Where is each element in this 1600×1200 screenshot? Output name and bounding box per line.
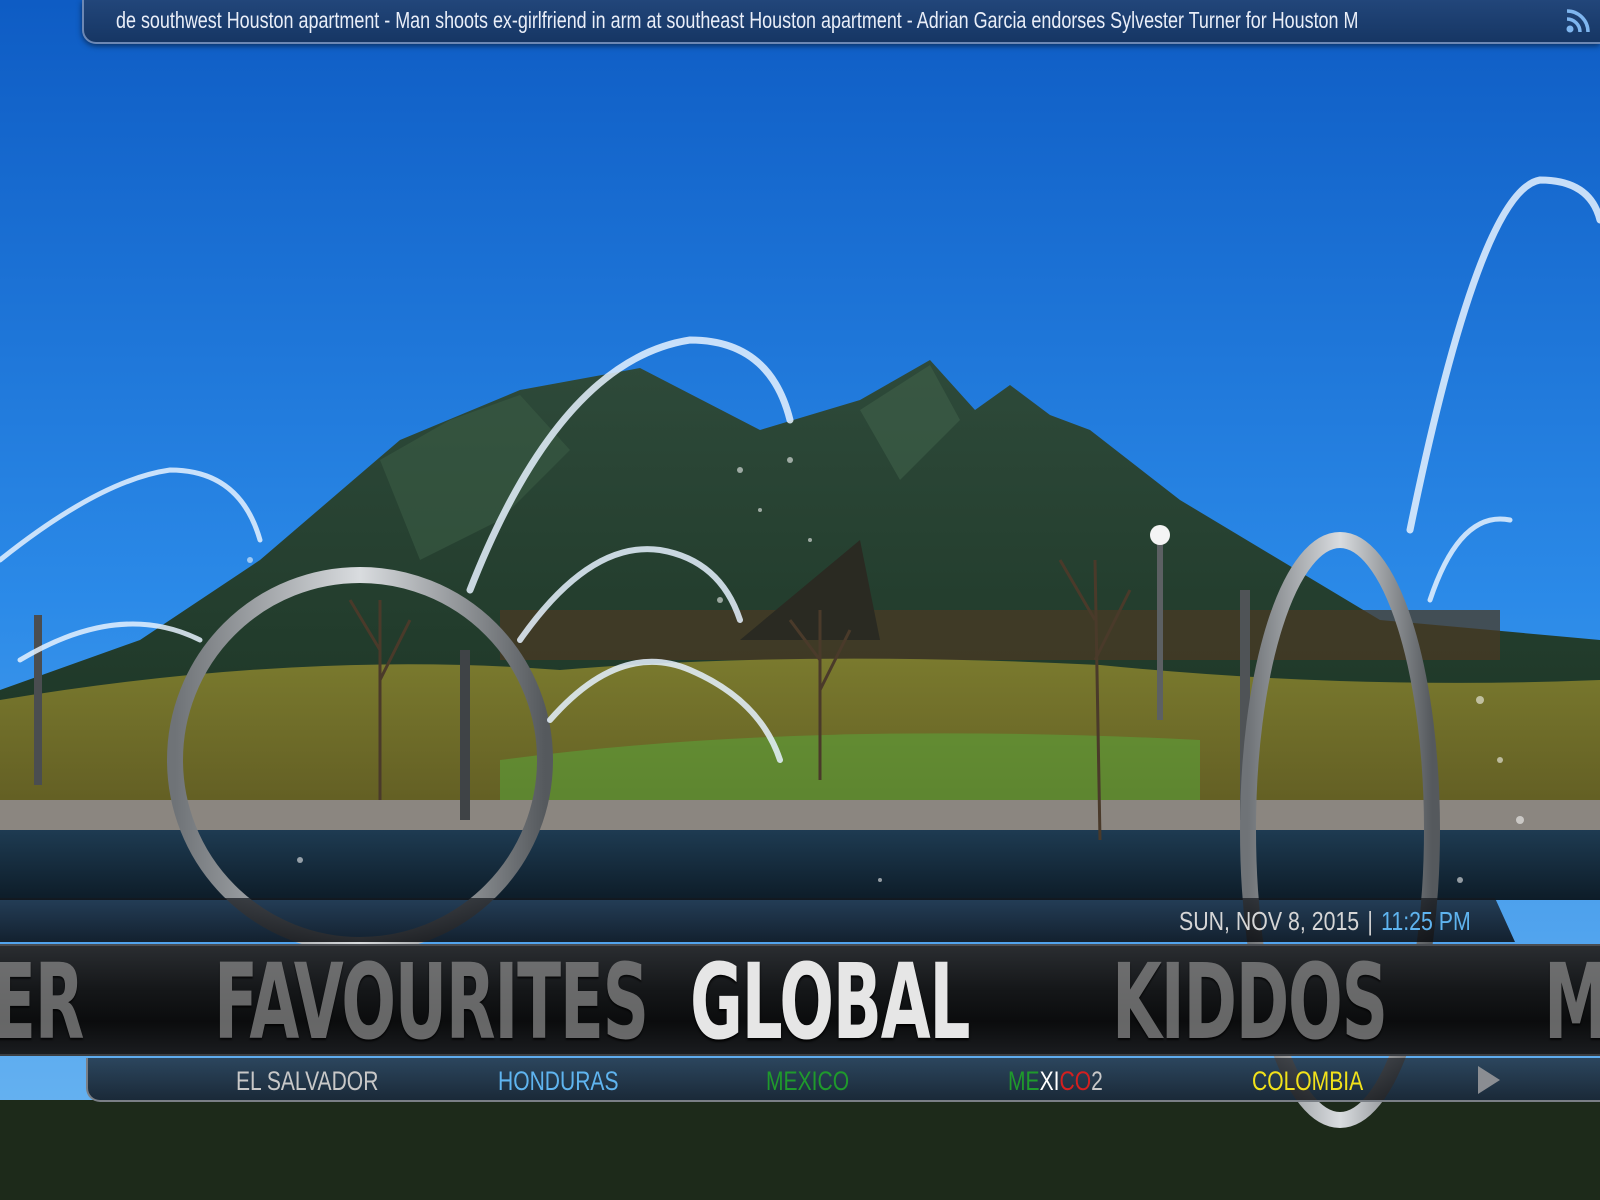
rss-ticker-text: de southwest Houston apartment - Man sho… [116,7,1359,33]
mexico2-part-1: ME [1008,1066,1040,1096]
menu-item-favourites[interactable]: FAVOURITES [214,950,649,1054]
mexico2-part-3: CO [1059,1066,1092,1096]
submenu-item-honduras[interactable]: HONDURAS [498,1066,619,1097]
menu-item-global[interactable]: GLOBAL [690,950,970,1054]
rss-icon [1566,9,1590,33]
time-text: 11:25 PM [1381,906,1471,936]
submenu-item-mexico2[interactable]: MEXICO2 [1008,1066,1103,1097]
mexico2-part-4: 2 [1091,1066,1103,1096]
play-arrow-icon[interactable] [1478,1066,1500,1094]
submenu-item-el-salvador[interactable]: EL SALVADOR [236,1066,378,1097]
main-menu: ER FAVOURITES GLOBAL KIDDOS M [0,944,1600,1056]
mexico2-part-2: XI [1039,1066,1060,1096]
datetime-separator: | [1367,906,1374,936]
menu-item-kiddos[interactable]: KIDDOS [1112,950,1388,1054]
datetime-bar: SUN, NOV 8, 2015 | 11:25 PM [0,898,1515,942]
menu-item-partial-left[interactable]: ER [0,950,84,1054]
submenu-item-colombia[interactable]: COLOMBIA [1252,1066,1363,1097]
date-text: SUN, NOV 8, 2015 [1179,906,1360,936]
datetime-display: SUN, NOV 8, 2015 | 11:25 PM [1179,906,1471,937]
submenu-item-mexico[interactable]: MEXICO [766,1066,849,1097]
submenu-bar: EL SALVADOR HONDURAS MEXICO MEXICO2 COLO… [86,1058,1600,1102]
rss-ticker: de southwest Houston apartment - Man sho… [82,0,1600,44]
menu-item-partial-right[interactable]: M [1544,950,1600,1054]
